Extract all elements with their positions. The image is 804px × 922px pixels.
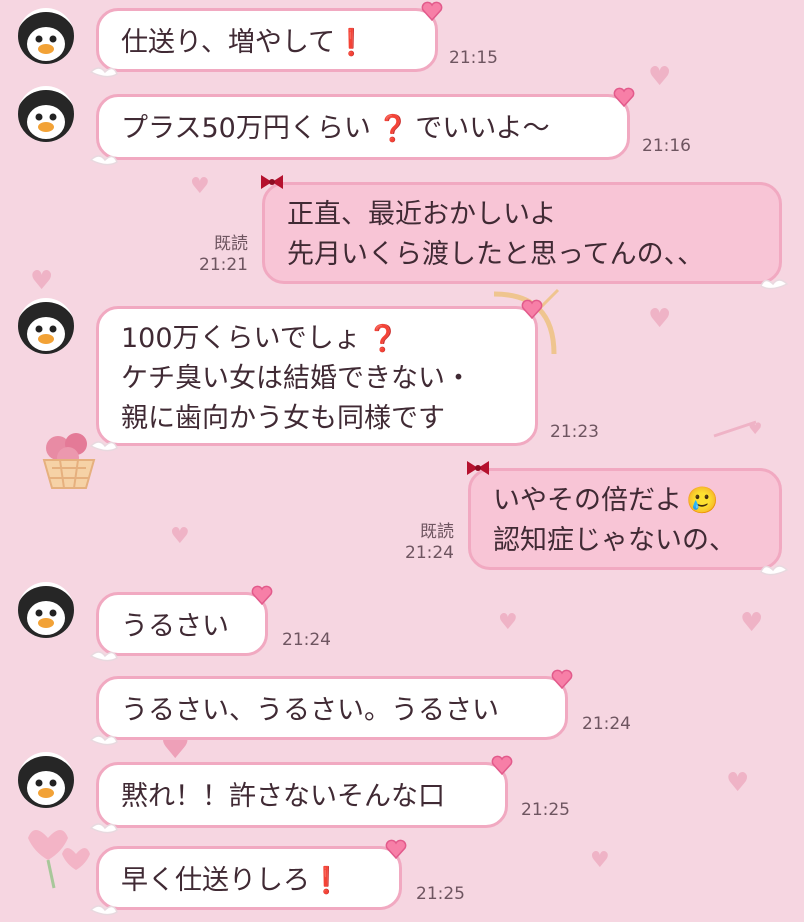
rose-basket-icon: [42, 433, 96, 489]
wing-icon: [89, 651, 118, 662]
wing-icon: [89, 155, 118, 166]
message-text: 正直、最近おかしいよ: [287, 199, 557, 230]
wing-icon: [760, 279, 789, 290]
message-bubble[interactable]: 仕送り、増やして❗: [89, 1, 443, 78]
message-text: うるさい: [121, 611, 229, 642]
wing-icon: [89, 823, 118, 834]
read-status: 既読 21:21: [196, 234, 248, 276]
read-label: 既読: [214, 234, 248, 254]
wing-icon: [89, 905, 118, 916]
avatar[interactable]: [18, 582, 74, 638]
background-heart-icon: ♥: [190, 174, 210, 199]
message-bubble[interactable]: 正直、最近おかしいよ 先月いくら渡したと思ってんの、、: [261, 175, 789, 290]
message-text: うるさい、うるさい。うるさい: [121, 695, 499, 726]
message-text: 100万くらいでしょ: [121, 323, 361, 354]
background-heart-icon: ♥: [648, 304, 672, 334]
question-mark-icon: ❓: [366, 324, 400, 354]
avatar[interactable]: [18, 752, 74, 808]
message-text: 認知症じゃないの、: [493, 525, 736, 556]
message-time: 21:24: [282, 630, 331, 650]
message-text: 黙れ！！許さないそんな口: [121, 781, 445, 812]
heart-icon: [613, 87, 635, 107]
message-text: プラス50万円くらい: [121, 113, 371, 144]
message-bubble[interactable]: 早く仕送りしろ❗: [89, 839, 407, 916]
avatar[interactable]: [18, 8, 74, 64]
message-text: 早く仕送りしろ: [121, 865, 310, 896]
wing-icon: [89, 735, 118, 746]
message-bubble[interactable]: うるさい、うるさい。うるさい: [89, 669, 573, 746]
message-time: 21:15: [449, 48, 498, 68]
message-text: 仕送り、増やして: [121, 27, 336, 58]
avatar[interactable]: [18, 86, 74, 142]
background-heart-icon: ♥: [170, 524, 190, 549]
background-heart-icon: ♥: [648, 62, 672, 92]
message-bubble[interactable]: 100万くらいでしょ ❓ ケチ臭い女は結婚できない・ 親に歯向かう女も同様です: [89, 299, 543, 452]
question-mark-icon: ❓: [376, 114, 410, 144]
heart-icon: [551, 669, 573, 689]
ribbon-bow-icon: [261, 175, 283, 189]
message-text: でいいよ〜: [415, 113, 550, 144]
heart-icon: [521, 299, 543, 319]
message-text: 先月いくら渡したと思ってんの、、: [287, 239, 705, 270]
crying-face-emoji: 🥲: [686, 486, 719, 516]
read-status: 既読 21:24: [402, 522, 454, 564]
message-time: 21:24: [405, 543, 454, 563]
ribbon-bow-icon: [467, 461, 489, 475]
exclamation-icon: ❗: [335, 28, 368, 58]
background-heart-icon: ♥: [498, 610, 518, 635]
message-time: 21:25: [416, 884, 465, 904]
wing-icon: [89, 441, 118, 452]
message-bubble[interactable]: うるさい: [89, 585, 273, 662]
message-bubble[interactable]: プラス50万円くらい ❓ でいいよ〜: [89, 87, 635, 166]
message-time: 21:25: [521, 800, 570, 820]
exclamation-icon: ❗: [310, 866, 343, 896]
heart-icon: [251, 585, 273, 605]
message-bubble[interactable]: いやその倍だよ 🥲 認知症じゃないの、: [467, 461, 789, 576]
penguin-icon: [18, 586, 74, 638]
read-label: 既読: [420, 522, 454, 542]
penguin-icon: [18, 302, 74, 354]
message-text: 親に歯向かう女も同様です: [121, 403, 445, 434]
message-text: ケチ臭い女は結婚できない・: [121, 363, 472, 394]
background-heart-icon: ♥: [590, 848, 610, 873]
flower-icon: [28, 830, 90, 889]
message-bubble[interactable]: 黙れ！！許さないそんな口: [89, 755, 513, 834]
wing-icon: [89, 67, 118, 78]
penguin-icon: [18, 756, 74, 808]
arrow-icon: ♥: [713, 419, 762, 438]
penguin-icon: [18, 12, 74, 64]
message-text: いやその倍だよ: [493, 485, 682, 516]
background-heart-icon: ♥: [726, 768, 750, 798]
background-heart-icon: ♥: [740, 608, 764, 638]
message-time: 21:21: [199, 255, 248, 275]
heart-icon: [491, 755, 513, 775]
avatar[interactable]: [18, 298, 74, 354]
heart-icon: [385, 839, 407, 859]
wing-icon: [760, 565, 789, 576]
svg-text:♥: ♥: [748, 419, 762, 438]
message-time: 21:24: [582, 714, 631, 734]
message-time: 21:16: [642, 136, 691, 156]
background-heart-icon: ♥: [30, 266, 54, 296]
heart-icon: [421, 1, 443, 21]
message-time: 21:23: [550, 422, 599, 442]
penguin-icon: [18, 90, 74, 142]
